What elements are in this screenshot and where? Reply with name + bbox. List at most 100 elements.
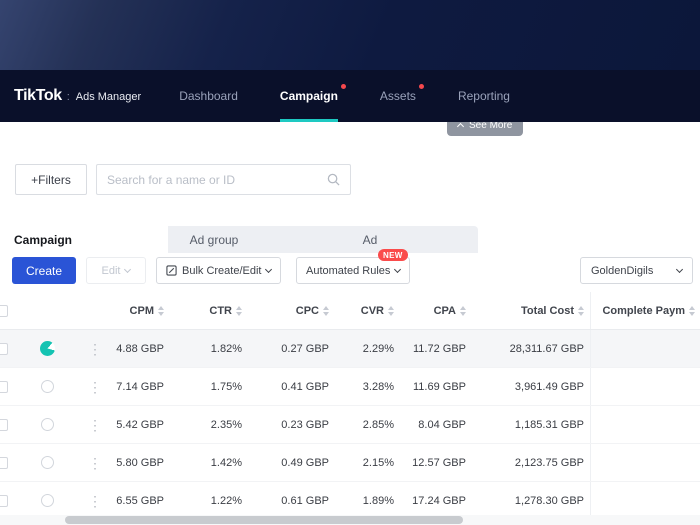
cell-cpc: 0.61 GBP bbox=[281, 494, 329, 507]
cell-total-cost: 28,311.67 GBP bbox=[509, 342, 584, 355]
cell-cpm: 4.88 GBP bbox=[116, 342, 164, 355]
more-options-icon[interactable]: ⋮ bbox=[88, 456, 102, 470]
filters-button[interactable]: +Filters bbox=[15, 164, 87, 195]
automated-rules-dropdown-button[interactable]: Automated Rules bbox=[296, 257, 411, 284]
sort-icon[interactable] bbox=[323, 305, 329, 316]
top-navbar: TikTok : Ads Manager Dashboard Campaign … bbox=[0, 70, 700, 122]
column-header-ctr[interactable]: CTR bbox=[170, 292, 248, 329]
cell-cpa: 12.57 GBP bbox=[412, 456, 466, 469]
cell-cpa: 11.69 GBP bbox=[413, 380, 466, 393]
row-checkbox[interactable] bbox=[0, 418, 8, 431]
tab-label: Ad bbox=[362, 232, 378, 247]
column-header-cpm[interactable]: CPM bbox=[115, 292, 170, 329]
product-text: Ads Manager bbox=[75, 91, 142, 103]
cell-ctr: 1.42% bbox=[210, 456, 242, 469]
horizontal-scrollbar-thumb[interactable] bbox=[65, 516, 463, 524]
sort-icon[interactable] bbox=[578, 305, 584, 316]
row-checkbox[interactable] bbox=[0, 456, 8, 469]
cell-cpm: 7.14 GBP bbox=[116, 380, 164, 393]
column-label: CTR bbox=[209, 304, 232, 317]
cell-cvr: 1.89% bbox=[362, 494, 394, 507]
chevron-down-icon bbox=[124, 265, 132, 273]
column-header-complete-payment[interactable]: Complete Paym bbox=[590, 292, 700, 329]
status-column-header bbox=[20, 292, 75, 329]
row-checkbox[interactable] bbox=[0, 342, 8, 355]
tiktok-logo[interactable]: TikTok : Ads Manager bbox=[14, 87, 141, 105]
more-column-header bbox=[75, 292, 115, 329]
column-header-total-cost[interactable]: Total Cost bbox=[472, 292, 590, 329]
row-checkbox[interactable] bbox=[0, 494, 8, 507]
status-toggle-off-icon[interactable] bbox=[41, 418, 54, 431]
status-toggle-off-icon[interactable] bbox=[41, 456, 54, 469]
nav-item-assets[interactable]: Assets bbox=[379, 70, 424, 122]
nav-item-dashboard[interactable]: Dashboard bbox=[179, 70, 238, 122]
nav-label: Dashboard bbox=[179, 89, 238, 103]
column-label: Total Cost bbox=[521, 304, 574, 317]
cell-cpa: 11.72 GBP bbox=[413, 342, 466, 355]
more-options-icon[interactable]: ⋮ bbox=[88, 418, 102, 432]
column-label: Complete Paym bbox=[602, 304, 685, 317]
select-all-checkbox[interactable] bbox=[0, 304, 8, 317]
search-input[interactable] bbox=[107, 172, 327, 187]
column-header-cvr[interactable]: CVR bbox=[335, 292, 400, 329]
new-badge: NEW bbox=[378, 249, 408, 261]
nav-label: Assets bbox=[379, 89, 416, 103]
cell-complete-payment bbox=[590, 368, 700, 405]
column-header-cpa[interactable]: CPA bbox=[400, 292, 472, 329]
status-toggle-on-icon[interactable] bbox=[40, 341, 55, 356]
table-row[interactable]: ⋮ 5.80 GBP 1.42% 0.49 GBP 2.15% 12.57 GB… bbox=[0, 444, 700, 482]
bulk-label: Bulk Create/Edit bbox=[182, 264, 262, 277]
cell-total-cost: 1,278.30 GBP bbox=[514, 494, 584, 507]
brand-text: TikTok bbox=[14, 87, 62, 104]
cell-cpa: 8.04 GBP bbox=[418, 418, 466, 431]
more-options-icon[interactable]: ⋮ bbox=[88, 494, 102, 508]
main-navigation: Dashboard Campaign Assets Reporting bbox=[179, 70, 510, 122]
account-selector-dropdown[interactable]: GoldenDigils bbox=[580, 257, 693, 284]
cell-cpc: 0.41 GBP bbox=[281, 380, 329, 393]
edit-dropdown-button[interactable]: Edit bbox=[86, 257, 146, 284]
sort-icon[interactable] bbox=[236, 305, 242, 316]
column-label: CPM bbox=[129, 304, 154, 317]
bulk-create-edit-dropdown-button[interactable]: Bulk Create/Edit bbox=[156, 257, 282, 284]
horizontal-scrollbar-track[interactable] bbox=[0, 515, 700, 525]
cell-total-cost: 1,185.31 GBP bbox=[514, 418, 584, 431]
cell-cpc: 0.23 GBP bbox=[281, 418, 329, 431]
cell-cvr: 2.15% bbox=[362, 456, 394, 469]
search-icon[interactable] bbox=[327, 173, 340, 186]
more-options-icon[interactable]: ⋮ bbox=[88, 380, 102, 394]
tab-campaign[interactable]: Campaign bbox=[0, 226, 168, 253]
create-button[interactable]: Create bbox=[12, 257, 76, 284]
cell-cpc: 0.49 GBP bbox=[281, 456, 329, 469]
column-header-cpc[interactable]: CPC bbox=[248, 292, 335, 329]
cell-cpm: 6.55 GBP bbox=[116, 494, 164, 507]
search-box[interactable] bbox=[96, 164, 351, 195]
nav-label: Reporting bbox=[457, 89, 510, 103]
row-checkbox[interactable] bbox=[0, 380, 8, 393]
table-row[interactable]: ⋮ 7.14 GBP 1.75% 0.41 GBP 3.28% 11.69 GB… bbox=[0, 368, 700, 406]
cell-total-cost: 3,961.49 GBP bbox=[514, 380, 584, 393]
cell-cpm: 5.42 GBP bbox=[116, 418, 164, 431]
sort-icon[interactable] bbox=[460, 305, 466, 316]
campaign-table: CPM CTR CPC CVR CPA Total Cost Complete … bbox=[0, 292, 700, 520]
cell-cpc: 0.27 GBP bbox=[281, 342, 329, 355]
sort-icon[interactable] bbox=[689, 305, 695, 316]
cell-ctr: 1.82% bbox=[210, 342, 242, 355]
table-header-row: CPM CTR CPC CVR CPA Total Cost Complete … bbox=[0, 292, 700, 330]
more-options-icon[interactable]: ⋮ bbox=[88, 342, 102, 356]
table-row[interactable]: ⋮ 4.88 GBP 1.82% 0.27 GBP 2.29% 11.72 GB… bbox=[0, 330, 700, 368]
cell-cpm: 5.80 GBP bbox=[116, 456, 164, 469]
edit-label: Edit bbox=[101, 264, 121, 277]
table-row[interactable]: ⋮ 5.42 GBP 2.35% 0.23 GBP 2.85% 8.04 GBP… bbox=[0, 406, 700, 444]
status-toggle-off-icon[interactable] bbox=[41, 494, 54, 507]
rules-label: Automated Rules bbox=[306, 264, 391, 277]
status-toggle-off-icon[interactable] bbox=[41, 380, 54, 393]
tab-ad-group[interactable]: Ad group bbox=[168, 226, 260, 253]
notification-dot-icon bbox=[340, 84, 346, 89]
nav-item-reporting[interactable]: Reporting bbox=[458, 70, 510, 122]
nav-item-campaign[interactable]: Campaign bbox=[279, 70, 346, 122]
tiktok-ads-manager-screen: TikTok : Ads Manager Dashboard Campaign … bbox=[0, 0, 700, 525]
sort-icon[interactable] bbox=[388, 305, 394, 316]
sort-icon[interactable] bbox=[158, 305, 164, 316]
chevron-down-icon bbox=[265, 265, 273, 273]
cell-ctr: 1.22% bbox=[210, 494, 242, 507]
